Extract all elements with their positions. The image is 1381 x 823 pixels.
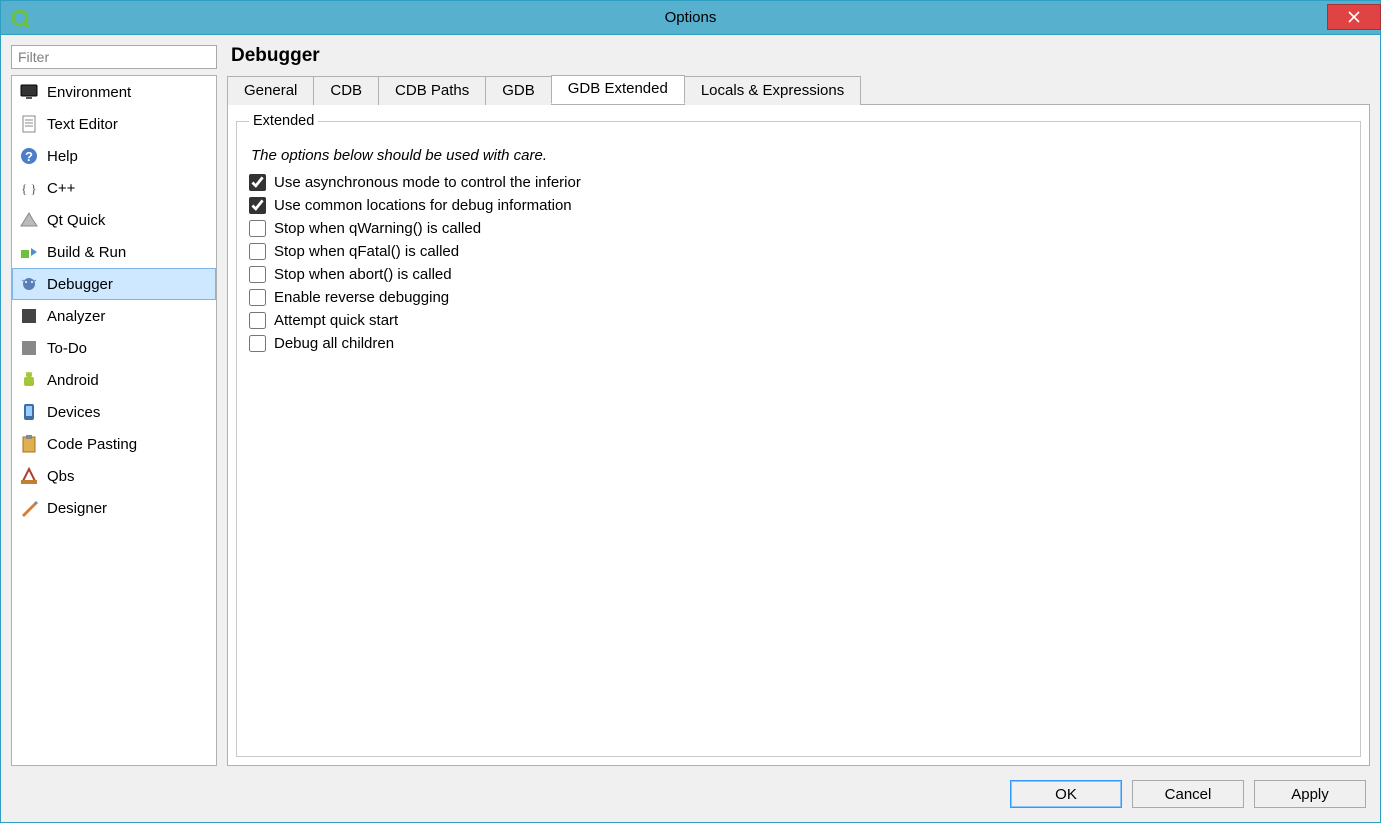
- analyzer-icon: [19, 306, 39, 326]
- checkbox-input[interactable]: [249, 197, 266, 214]
- qquick-icon: [19, 210, 39, 230]
- close-button[interactable]: [1327, 4, 1381, 30]
- category-item[interactable]: Designer: [12, 492, 216, 524]
- category-item[interactable]: Environment: [12, 76, 216, 108]
- checkbox-label: Debug all children: [274, 335, 394, 352]
- ok-button[interactable]: OK: [1010, 780, 1122, 808]
- checkbox-row[interactable]: Debug all children: [249, 335, 1348, 352]
- category-item[interactable]: Qbs: [12, 460, 216, 492]
- group-legend: Extended: [249, 113, 318, 129]
- dialog-buttons: OK Cancel Apply: [1, 770, 1380, 822]
- checkbox-label: Use asynchronous mode to control the inf…: [274, 174, 581, 191]
- debugger-icon: [19, 274, 39, 294]
- category-item[interactable]: Devices: [12, 396, 216, 428]
- checkbox-row[interactable]: Use common locations for debug informati…: [249, 197, 1348, 214]
- category-item[interactable]: Text Editor: [12, 108, 216, 140]
- tab[interactable]: GDB Extended: [551, 75, 685, 104]
- filter-input[interactable]: [11, 45, 217, 69]
- checkbox-label: Use common locations for debug informati…: [274, 197, 572, 214]
- checkbox-input[interactable]: [249, 335, 266, 352]
- doc-icon: [19, 114, 39, 134]
- cpp-icon: { }: [19, 178, 39, 198]
- checkbox-row[interactable]: Stop when qFatal() is called: [249, 243, 1348, 260]
- checkbox-row[interactable]: Stop when qWarning() is called: [249, 220, 1348, 237]
- qt-icon: [11, 8, 31, 28]
- titlebar: Options: [1, 1, 1380, 35]
- options-dialog: Options Environment Text Editor? Help { } C+…: [0, 0, 1381, 823]
- category-item[interactable]: Build & Run: [12, 236, 216, 268]
- category-item[interactable]: ? Help: [12, 140, 216, 172]
- checkbox-row[interactable]: Use asynchronous mode to control the inf…: [249, 174, 1348, 191]
- category-label: Qt Quick: [47, 212, 105, 229]
- svg-text:?: ?: [25, 149, 33, 164]
- category-label: Text Editor: [47, 116, 118, 133]
- category-label: Devices: [47, 404, 100, 421]
- checkbox-input[interactable]: [249, 243, 266, 260]
- category-label: Help: [47, 148, 78, 165]
- category-label: To-Do: [47, 340, 87, 357]
- qbs-icon: [19, 466, 39, 486]
- checkbox-row[interactable]: Stop when abort() is called: [249, 266, 1348, 283]
- checkbox-input[interactable]: [249, 220, 266, 237]
- tab[interactable]: Locals & Expressions: [684, 76, 861, 105]
- tab[interactable]: CDB: [313, 76, 379, 105]
- category-item[interactable]: To-Do: [12, 332, 216, 364]
- checkbox-row[interactable]: Enable reverse debugging: [249, 289, 1348, 306]
- tab[interactable]: CDB Paths: [378, 76, 486, 105]
- tab-bar: GeneralCDBCDB PathsGDBGDB ExtendedLocals…: [227, 75, 1370, 105]
- checkbox-label: Stop when qFatal() is called: [274, 243, 459, 260]
- apply-button[interactable]: Apply: [1254, 780, 1366, 808]
- checkbox-label: Stop when qWarning() is called: [274, 220, 481, 237]
- checkbox-input[interactable]: [249, 174, 266, 191]
- checkbox-label: Stop when abort() is called: [274, 266, 452, 283]
- checkbox-label: Enable reverse debugging: [274, 289, 449, 306]
- checkbox-label: Attempt quick start: [274, 312, 398, 329]
- right-pane: Debugger GeneralCDBCDB PathsGDBGDB Exten…: [227, 45, 1370, 766]
- category-label: Code Pasting: [47, 436, 137, 453]
- category-item[interactable]: Analyzer: [12, 300, 216, 332]
- category-label: Build & Run: [47, 244, 126, 261]
- category-list[interactable]: Environment Text Editor? Help { } C++ Qt Quic…: [11, 75, 217, 766]
- devices-icon: [19, 402, 39, 422]
- category-label: Qbs: [47, 468, 75, 485]
- svg-text:{ }: { }: [21, 181, 37, 196]
- buildrun-icon: [19, 242, 39, 262]
- client-area: Environment Text Editor? Help { } C++ Qt Quic…: [1, 35, 1380, 822]
- tab[interactable]: GDB: [485, 76, 552, 105]
- page-title: Debugger: [231, 45, 1370, 67]
- cancel-button[interactable]: Cancel: [1132, 780, 1244, 808]
- category-label: Environment: [47, 84, 131, 101]
- category-item[interactable]: Code Pasting: [12, 428, 216, 460]
- checkbox-input[interactable]: [249, 312, 266, 329]
- category-label: Debugger: [47, 276, 113, 293]
- category-label: Analyzer: [47, 308, 105, 325]
- monitor-icon: [19, 82, 39, 102]
- window-title: Options: [1, 9, 1380, 26]
- left-pane: Environment Text Editor? Help { } C++ Qt Quic…: [11, 45, 217, 766]
- checkbox-input[interactable]: [249, 289, 266, 306]
- group-hint: The options below should be used with ca…: [251, 147, 1348, 164]
- tab[interactable]: General: [227, 76, 314, 105]
- category-label: Designer: [47, 500, 107, 517]
- android-icon: [19, 370, 39, 390]
- category-label: C++: [47, 180, 75, 197]
- category-item[interactable]: { } C++: [12, 172, 216, 204]
- category-item[interactable]: Debugger: [12, 268, 216, 300]
- extended-group: Extended The options below should be use…: [236, 113, 1361, 757]
- paste-icon: [19, 434, 39, 454]
- help-icon: ?: [19, 146, 39, 166]
- todo-icon: [19, 338, 39, 358]
- designer-icon: [19, 498, 39, 518]
- category-item[interactable]: Android: [12, 364, 216, 396]
- tab-panel: Extended The options below should be use…: [227, 105, 1370, 766]
- category-label: Android: [47, 372, 99, 389]
- category-item[interactable]: Qt Quick: [12, 204, 216, 236]
- checkbox-input[interactable]: [249, 266, 266, 283]
- checkbox-row[interactable]: Attempt quick start: [249, 312, 1348, 329]
